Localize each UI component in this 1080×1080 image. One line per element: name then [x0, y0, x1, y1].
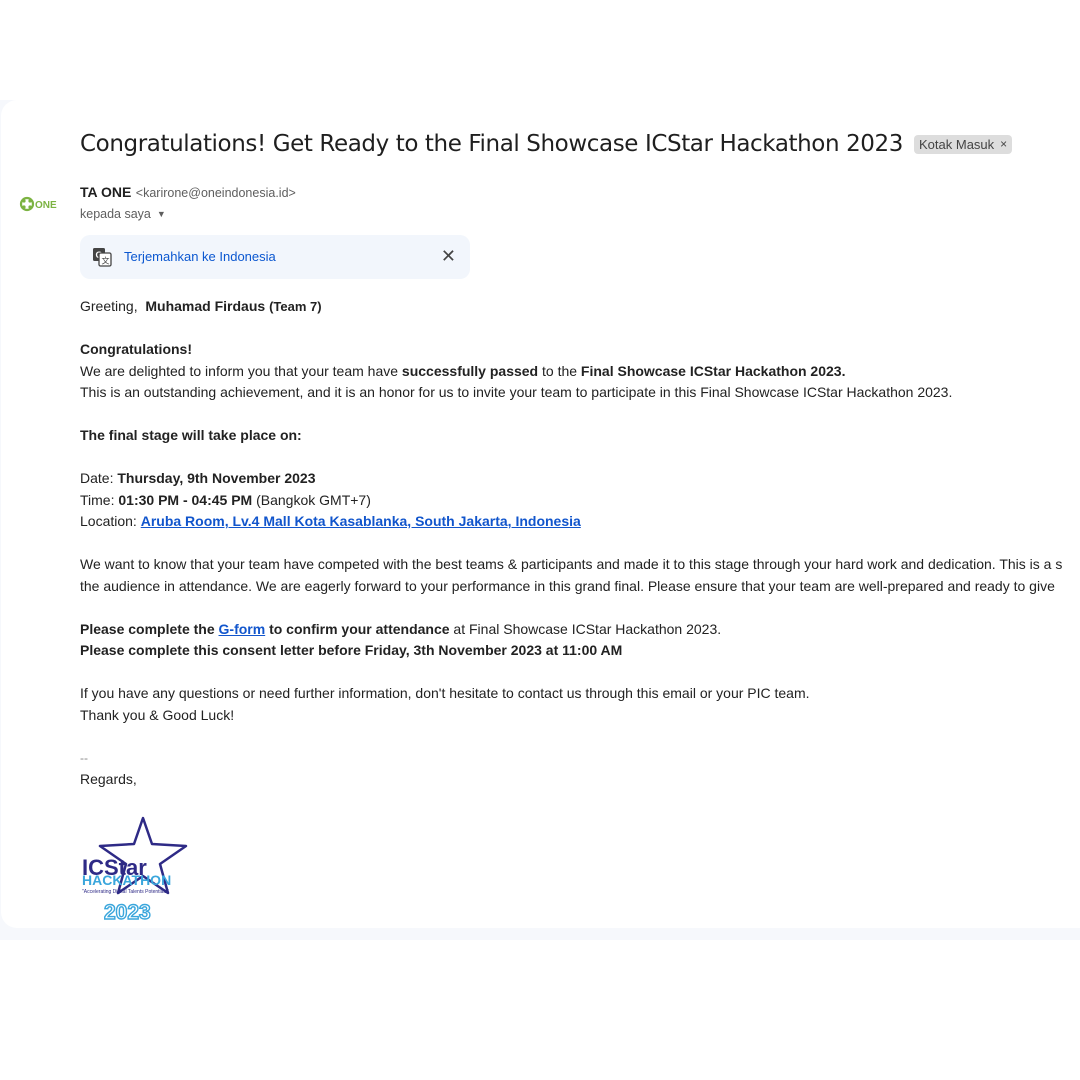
logo-tagline: "Accelerating Digital Talents Potentials…	[82, 889, 169, 895]
recipient-name: Muhamad Firdaus	[145, 298, 266, 314]
stage-heading: The final stage will take place on:	[80, 427, 302, 443]
time-line: Time: 01:30 PM - 04:45 PM (Bangkok GMT+7…	[80, 490, 1080, 512]
p1-text-a: We are delighted to inform you that your…	[80, 362, 402, 379]
translate-bar: G 文 Terjemahkan ke Indonesia ✕	[80, 235, 470, 279]
paragraph-1: We are delighted to inform you that your…	[80, 361, 1080, 383]
time-label: Time:	[80, 491, 119, 508]
avatar-text: ONE	[35, 200, 57, 211]
email-body: Greeting, Muhamad Firdaus (Team 7) Congr…	[80, 296, 1080, 791]
gform-text-a: Please complete the	[80, 620, 219, 637]
recipient-row[interactable]: kepada saya ▼	[80, 207, 166, 221]
location-link[interactable]: Aruba Room, Lv.4 Mall Kota Kasablanka, S…	[141, 513, 581, 529]
inbox-label-chip[interactable]: Kotak Masuk ×	[914, 134, 1013, 154]
gform-text-c: at Final Showcase ICStar Hackathon 2023.	[449, 620, 722, 637]
time-value: 01:30 PM - 04:45 PM	[118, 491, 253, 508]
greeting-prefix: Greeting,	[80, 298, 146, 314]
logo-hackathon-text: HACKATHON	[82, 872, 171, 888]
translate-icon: G 文	[93, 248, 112, 267]
team-label: (Team 7)	[269, 299, 322, 314]
sender-line: TA ONE <karirone@oneindonesia.id>	[80, 184, 296, 202]
date-value: Thursday, 9th November 2023	[117, 470, 316, 486]
one-logo-icon: ONE	[19, 196, 57, 212]
chevron-down-icon[interactable]: ▼	[157, 209, 166, 219]
congrats-heading: Congratulations!	[80, 341, 192, 357]
gform-link[interactable]: G-form	[219, 621, 266, 637]
sender-email: <karirone@oneindonesia.id>	[135, 186, 296, 200]
inbox-label-text: Kotak Masuk	[919, 136, 995, 152]
translate-link[interactable]: Terjemahkan ke Indonesia	[124, 249, 276, 264]
close-icon[interactable]: ✕	[441, 246, 456, 267]
location-line: Location: Aruba Room, Lv.4 Mall Kota Kas…	[80, 511, 1080, 533]
subject-row: Congratulations! Get Ready to the Final …	[80, 128, 1013, 160]
remove-label-icon[interactable]: ×	[1000, 137, 1007, 151]
logo-year: 2023	[104, 901, 151, 924]
gform-line: Please complete the G-form to confirm yo…	[80, 619, 1080, 641]
p1-text-c: to the	[538, 362, 581, 379]
recipient-label: kepada saya	[80, 207, 151, 221]
icstar-hackathon-logo: ICStar HACKATHON "Accelerating Digital T…	[82, 816, 188, 925]
time-zone: (Bangkok GMT+7)	[252, 491, 371, 508]
greeting-line: Greeting, Muhamad Firdaus (Team 7)	[80, 296, 1080, 318]
consent-line: Please complete this consent letter befo…	[80, 642, 623, 658]
questions-line: If you have any questions or need furthe…	[80, 685, 810, 701]
location-label: Location:	[80, 513, 141, 529]
regards-line: Regards,	[80, 771, 137, 787]
svg-text:文: 文	[102, 256, 110, 266]
sender-avatar[interactable]: ONE	[18, 190, 62, 218]
thanks-line: Thank you & Good Luck!	[80, 706, 235, 723]
paragraph-2: This is an outstanding achievement, and …	[80, 384, 953, 400]
signature-separator: --	[80, 750, 88, 765]
p1-bold-b: successfully passed	[401, 362, 539, 379]
sender-name[interactable]: TA ONE	[80, 184, 131, 200]
date-line: Date: Thursday, 9th November 2023	[80, 468, 1080, 490]
paragraph-3-line-2: the audience in attendance. We are eager…	[80, 577, 1055, 594]
gform-text-b: to confirm your attendance	[265, 620, 450, 637]
date-label: Date:	[80, 470, 118, 486]
paragraph-3-line-1: We want to know that your team have comp…	[80, 556, 1063, 572]
email-subject: Congratulations! Get Ready to the Final …	[80, 131, 904, 157]
p1-bold-d: Final Showcase ICStar Hackathon 2023.	[580, 362, 846, 379]
